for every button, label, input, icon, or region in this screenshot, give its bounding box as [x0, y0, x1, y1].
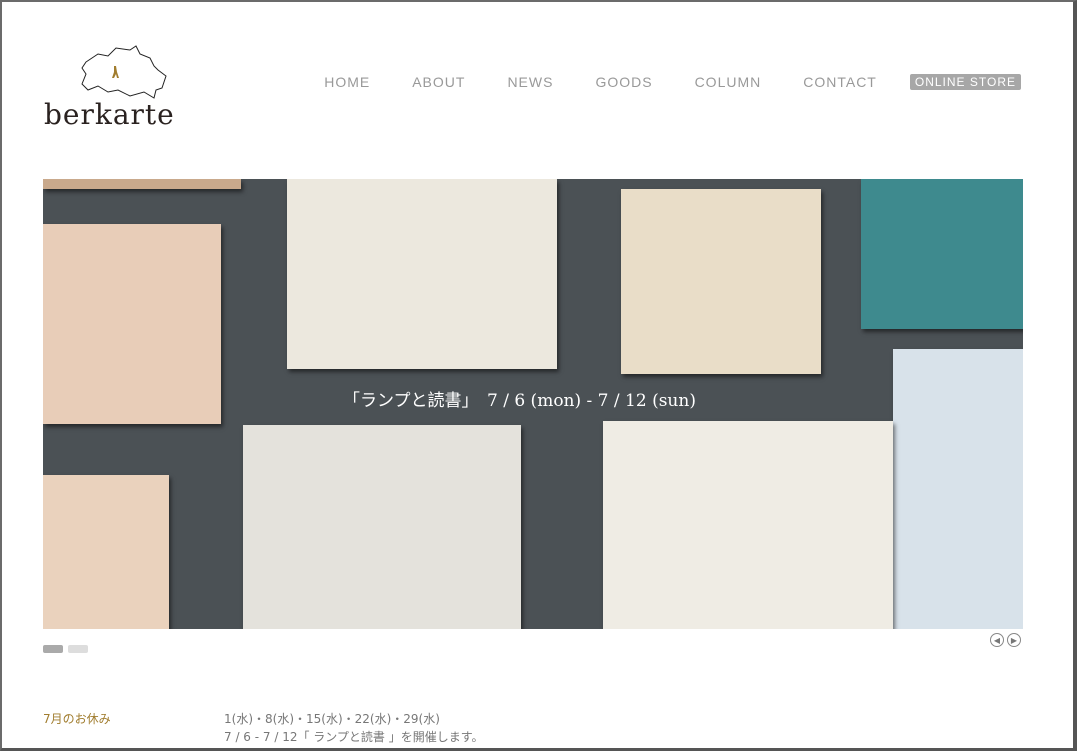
logo[interactable]: berkarte	[42, 44, 187, 134]
notice-line: 1(水)・8(水)・15(水)・22(水)・29(水)	[224, 712, 440, 726]
book-image	[43, 475, 169, 629]
chevron-left-icon[interactable]: ◀	[990, 633, 1004, 647]
nav-goods[interactable]: GOODS	[595, 74, 652, 90]
chevron-right-icon[interactable]: ▶	[1007, 633, 1021, 647]
book-image	[893, 349, 1023, 629]
book-image	[243, 425, 521, 629]
nav-contact[interactable]: CONTACT	[803, 74, 877, 90]
nav-online-store[interactable]: ONLINE STORE	[909, 74, 1021, 90]
book-image	[287, 179, 557, 369]
brand-name: berkarte	[44, 98, 175, 131]
nav-home[interactable]: HOME	[324, 74, 370, 90]
nav-about[interactable]: ABOUT	[412, 74, 465, 90]
book-image	[43, 224, 221, 424]
nav-news[interactable]: NEWS	[507, 74, 553, 90]
slider-dot-2[interactable]	[68, 645, 88, 653]
book-image	[861, 179, 1023, 329]
main-nav: HOME ABOUT NEWS GOODS COLUMN CONTACT ONL…	[282, 74, 1021, 90]
book-image	[603, 421, 893, 629]
notice-label: 7月のお休み	[43, 712, 111, 726]
map-outline-icon	[81, 45, 167, 99]
hero-slider[interactable]: 「ランプと読書」 7 / 6 (mon) - 7 / 12 (sun)	[43, 179, 1023, 629]
slider-dot-1[interactable]	[43, 645, 63, 653]
notice-line: 7 / 6 - 7 / 12「 ランプと読書 」を開催します。	[224, 730, 484, 744]
slide-caption: 「ランプと読書」 7 / 6 (mon) - 7 / 12 (sun)	[343, 391, 696, 411]
book-image	[621, 189, 821, 374]
nav-column[interactable]: COLUMN	[695, 74, 762, 90]
book-image	[43, 179, 241, 189]
slider-pagination	[43, 645, 88, 653]
